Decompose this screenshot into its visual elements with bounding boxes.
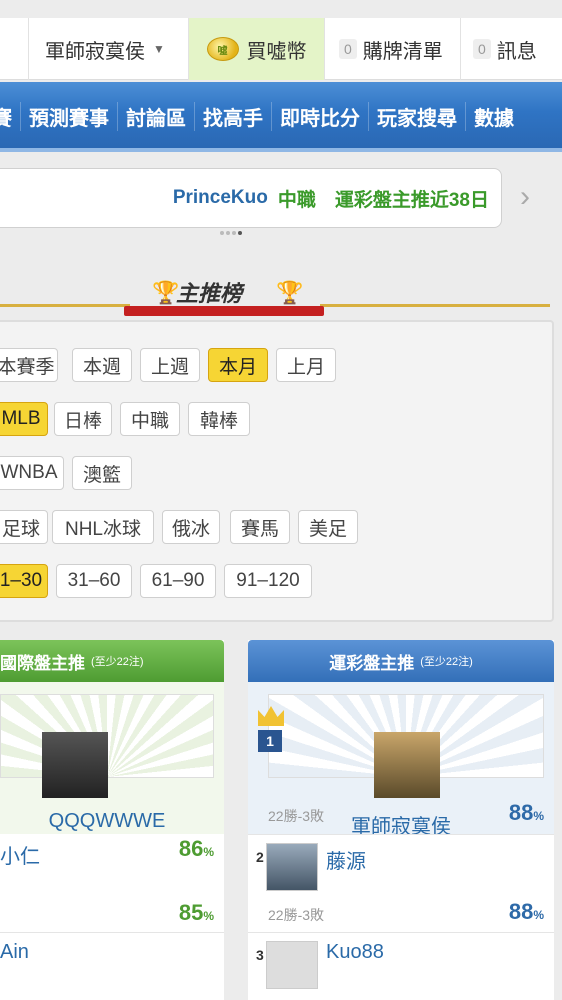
rope-decoration xyxy=(320,304,550,307)
chevron-right-icon[interactable]: › xyxy=(520,180,530,214)
intl-rank3-name[interactable]: Ain xyxy=(0,941,29,964)
lottery-rank2-record: 22勝-3敗 xyxy=(268,907,325,923)
filter-league-npb[interactable]: 日棒 xyxy=(54,402,112,436)
intl-picks-note: (至少22注) xyxy=(91,656,144,668)
avatar-placeholder-icon[interactable] xyxy=(266,941,318,989)
nav-item-experts[interactable]: 找高手 xyxy=(194,101,271,131)
main-nav: 賽 預測賽事 討論區 找高手 即時比分 玩家搜尋 數據 xyxy=(0,82,562,152)
intl-rank2-name[interactable]: 小仁 xyxy=(0,840,40,869)
nav-item-forum[interactable]: 討論區 xyxy=(117,101,194,131)
nav-item-player-search[interactable]: 玩家搜尋 xyxy=(368,101,465,131)
trophy-icon: 🏆 xyxy=(276,280,304,305)
carousel-dot-active[interactable] xyxy=(238,231,242,235)
filter-range-31-60[interactable]: 31–60 xyxy=(56,564,132,598)
cart-label: 購牌清單 xyxy=(362,40,443,63)
filter-league-wnba[interactable]: WNBA xyxy=(0,456,64,490)
user-menu[interactable]: 軍師寂寞侯 ▼ xyxy=(28,18,188,80)
filter-league-kbo[interactable]: 韓棒 xyxy=(188,402,250,436)
lottery-rank2-pct: 88% xyxy=(508,899,544,924)
message-count: 0 xyxy=(473,39,491,59)
avatar[interactable] xyxy=(266,843,318,891)
filter-league-nbl[interactable]: 澳籃 xyxy=(72,456,132,490)
nav-items: 賽 預測賽事 討論區 找高手 即時比分 玩家搜尋 數據 xyxy=(0,96,522,136)
filter-league-mlb[interactable]: MLB xyxy=(0,402,48,436)
intl-top1-name[interactable]: QQQWWWE xyxy=(0,810,224,833)
nav-item-live-scores[interactable]: 即時比分 xyxy=(271,101,368,131)
rank-number: 3 xyxy=(256,947,264,963)
cart-count: 0 xyxy=(339,39,357,59)
filter-range-1-30[interactable]: 1–30 xyxy=(0,564,48,598)
intl-top1-card[interactable]: QQQWWWE xyxy=(0,682,224,834)
buy-coin-label: 買噓幣 xyxy=(246,40,307,63)
promo-banner[interactable]: PrinceKuo 中職 運彩盤主推近38日 xyxy=(0,168,502,228)
intl-picks-header: 國際盤主推 (至少22注) xyxy=(0,640,224,682)
filter-range-91-120[interactable]: 91–120 xyxy=(224,564,312,598)
banner-name: PrinceKuo xyxy=(172,187,268,208)
lottery-rank2-row[interactable]: 2 藤源 22勝-3敗 88% xyxy=(248,834,554,932)
intl-picks-column: 國際盤主推 (至少22注) QQQWWWE 86% 小仁 85% Ain xyxy=(0,640,224,1000)
lottery-rank2-name[interactable]: 藤源 xyxy=(326,845,366,874)
messages-button[interactable]: 0 訊息 xyxy=(460,18,562,80)
lottery-picks-note: (至少22注) xyxy=(420,656,473,668)
filter-league-soccer[interactable]: 足球 xyxy=(0,510,48,544)
filter-league-cpbl[interactable]: 中職 xyxy=(120,402,180,436)
filter-panel: 本賽季 本週 上週 本月 上月 MLB 日棒 中職 韓棒 WNBA 澳籃 足球 … xyxy=(0,320,554,622)
carousel-dot[interactable] xyxy=(220,231,224,235)
messages-label: 訊息 xyxy=(496,40,537,63)
username: 軍師寂寞侯 xyxy=(45,40,145,63)
lottery-top1-stats: 22勝-3敗 88% xyxy=(248,798,554,834)
ranking-header: 🏆 🏆 主推榜 xyxy=(0,262,550,322)
lottery-rank3-row[interactable]: 3 Kuo88 xyxy=(248,932,554,1000)
lottery-rank3-name[interactable]: Kuo88 xyxy=(326,941,384,964)
top-bar: 軍師寂寞侯 ▼ 噓 買噓幣 0 購牌清單 0 訊息 xyxy=(0,18,562,80)
avatar[interactable] xyxy=(42,732,108,798)
filter-league-khl[interactable]: 俄冰 xyxy=(162,510,220,544)
cart-button[interactable]: 0 購牌清單 xyxy=(324,18,460,80)
rank-badge: 1 xyxy=(258,730,282,752)
carousel-dot[interactable] xyxy=(232,231,236,235)
lottery-picks-header: 運彩盤主推 (至少22注) xyxy=(248,640,554,682)
lottery-top1-pct: 88% xyxy=(508,800,544,825)
nav-item-stats[interactable]: 數據 xyxy=(465,101,522,131)
rope-decoration xyxy=(0,304,130,307)
filter-period-last-week[interactable]: 上週 xyxy=(140,348,200,382)
carousel-dot[interactable] xyxy=(226,231,230,235)
intl-rank3-row[interactable]: Ain xyxy=(0,932,224,1000)
lottery-picks-column: 運彩盤主推 (至少22注) 1 軍師寂寞侯 22勝-3敗 88% 2 藤源 22… xyxy=(248,640,554,1000)
filter-league-nfl[interactable]: 美足 xyxy=(298,510,358,544)
lottery-picks-title: 運彩盤主推 xyxy=(329,653,415,673)
filter-period-this-month[interactable]: 本月 xyxy=(208,348,268,382)
intl-rank2-row[interactable]: 小仁 85% xyxy=(0,834,224,932)
intl-rank2-pct: 85% xyxy=(178,900,214,925)
filter-league-horse-racing[interactable]: 賽馬 xyxy=(230,510,290,544)
lottery-top1-record: 22勝-3敗 xyxy=(268,808,325,824)
buy-coin-button[interactable]: 噓 買噓幣 xyxy=(188,18,324,80)
banner-text: 中職 運彩盤主推近38日 xyxy=(277,189,489,211)
chevron-down-icon: ▼ xyxy=(153,42,165,56)
coin-icon: 噓 xyxy=(206,37,239,61)
filter-range-61-90[interactable]: 61–90 xyxy=(140,564,216,598)
filter-period-this-week[interactable]: 本週 xyxy=(72,348,132,382)
filter-period-season[interactable]: 本賽季 xyxy=(0,348,58,382)
avatar[interactable] xyxy=(374,732,440,798)
intl-picks-title: 國際盤主推 xyxy=(0,653,85,673)
ranking-title: 主推榜 xyxy=(176,281,243,306)
carousel-dots xyxy=(220,231,242,235)
filter-period-last-month[interactable]: 上月 xyxy=(276,348,336,382)
nav-item-partial[interactable]: 賽 xyxy=(0,102,20,131)
nav-item-predict[interactable]: 預測賽事 xyxy=(20,101,117,131)
filter-league-nhl[interactable]: NHL冰球 xyxy=(52,510,154,544)
rank-number: 2 xyxy=(256,849,264,865)
